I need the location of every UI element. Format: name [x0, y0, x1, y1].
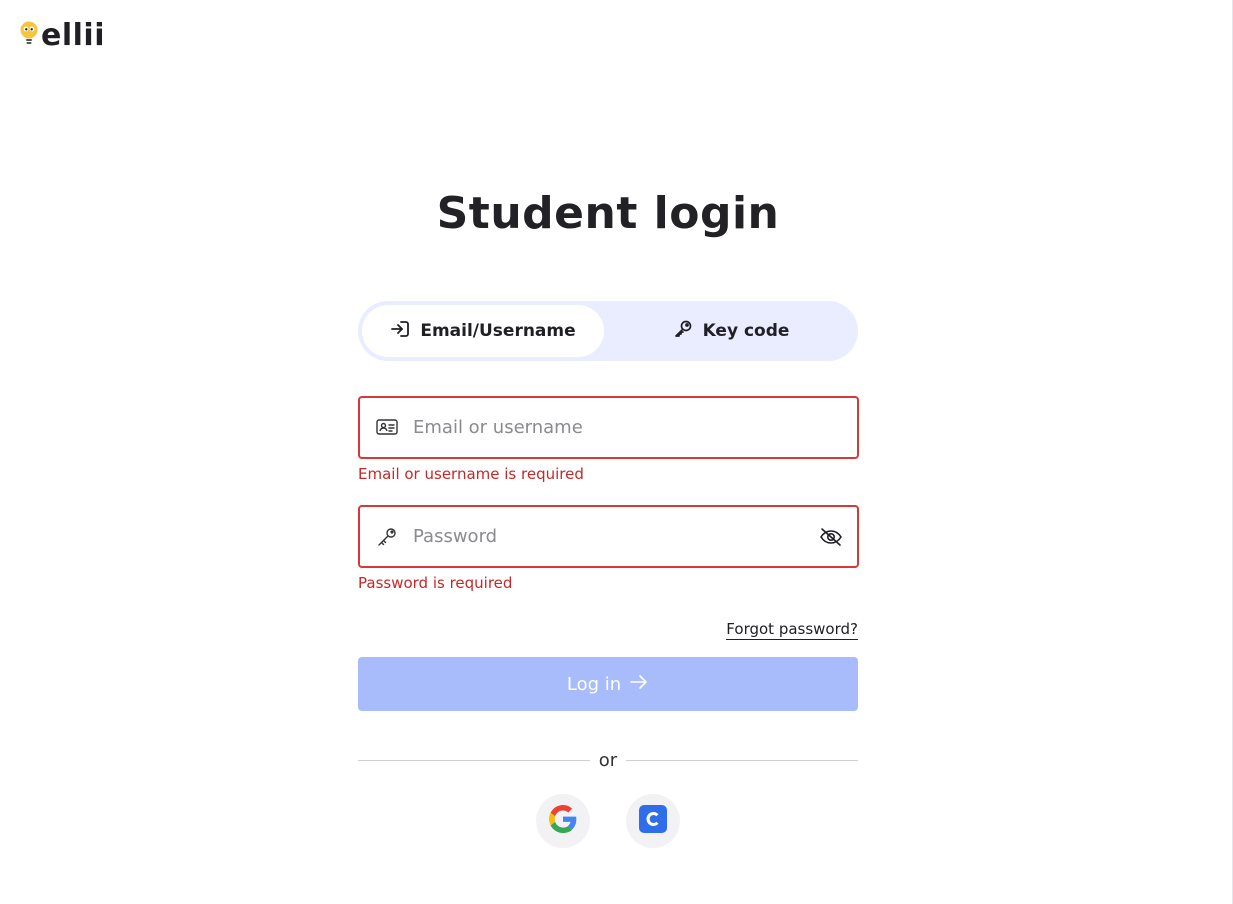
login-arrow-icon	[390, 320, 410, 343]
id-card-icon	[376, 418, 398, 438]
email-field	[358, 396, 859, 459]
brand-name: ellii	[41, 18, 105, 53]
email-input[interactable]	[413, 398, 813, 457]
password-error: Password is required	[358, 574, 513, 592]
key-icon	[673, 319, 693, 344]
tab-email-username[interactable]: Email/Username	[362, 305, 604, 357]
ellii-logo[interactable]: ellii	[19, 20, 105, 52]
google-icon	[549, 804, 577, 838]
lightbulb-logo-icon	[19, 20, 39, 52]
divider-right	[626, 760, 858, 761]
password-input[interactable]	[413, 507, 813, 566]
page-title: Student login	[436, 188, 780, 239]
tab-key-code[interactable]: Key code	[608, 305, 854, 357]
forgot-password-link[interactable]: Forgot password?	[726, 620, 858, 640]
key-icon	[376, 527, 398, 547]
tab-label: Key code	[702, 321, 790, 341]
clever-login-button[interactable]	[626, 794, 680, 848]
divider-left	[358, 760, 590, 761]
login-button[interactable]: Log in	[358, 657, 858, 711]
divider-or-text: or	[598, 750, 618, 771]
tab-label: Email/Username	[420, 321, 576, 341]
eye-slash-icon[interactable]	[819, 526, 843, 548]
email-error: Email or username is required	[358, 465, 584, 483]
arrow-right-icon	[629, 674, 649, 695]
login-button-label: Log in	[566, 673, 622, 695]
clever-icon	[639, 804, 667, 838]
google-login-button[interactable]	[536, 794, 590, 848]
password-field	[358, 505, 859, 568]
login-method-tabs: Email/Username Key code	[358, 301, 858, 361]
login-page: ellii Student login Email/Username Key c…	[0, 0, 1233, 904]
